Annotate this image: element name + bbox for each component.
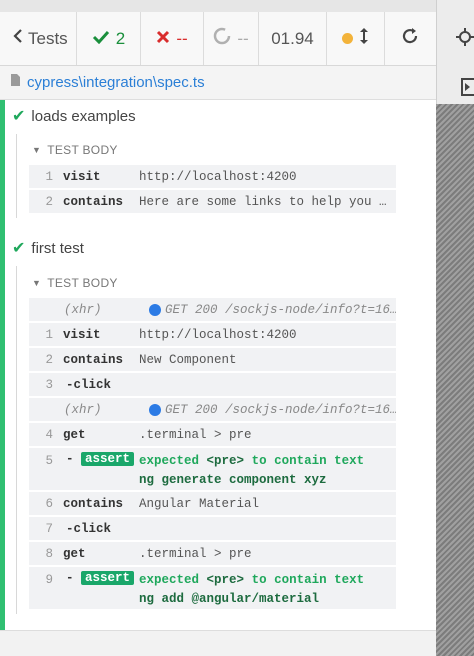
test-indent-line bbox=[16, 134, 17, 218]
command-row[interactable]: 1 visit http://localhost:4200 bbox=[29, 165, 396, 190]
test-title-loads-examples[interactable]: ✔ loads examples bbox=[12, 106, 136, 126]
spinner-circle-icon bbox=[213, 27, 231, 50]
auto-scroll-toggle[interactable] bbox=[327, 12, 385, 65]
check-icon bbox=[92, 29, 110, 49]
passed-count[interactable]: 2 bbox=[77, 12, 141, 65]
assert-row[interactable]: 9 - assert expected <pre> to contain tex… bbox=[29, 567, 396, 611]
rerun-button[interactable] bbox=[385, 12, 435, 65]
arrows-updown-icon bbox=[359, 27, 369, 50]
x-icon bbox=[156, 29, 170, 49]
xhr-row[interactable]: (xhr) GET 200 /sockjs-node/info?t=16… bbox=[29, 398, 396, 423]
app-preview-pane bbox=[436, 0, 474, 656]
check-icon: ✔ bbox=[12, 240, 26, 257]
test-indent-line bbox=[16, 266, 17, 614]
reload-icon bbox=[401, 27, 419, 50]
command-row[interactable]: 6 contains Angular Material bbox=[29, 492, 396, 517]
chevron-left-icon bbox=[12, 28, 24, 49]
command-row[interactable]: 1 visit http://localhost:4200 bbox=[29, 323, 396, 348]
file-icon bbox=[10, 73, 21, 92]
command-list: (xhr) GET 200 /sockjs-node/info?t=16… 1 … bbox=[29, 298, 396, 611]
command-row[interactable]: 8 get .terminal > pre bbox=[29, 542, 396, 567]
command-row[interactable]: 7 -click bbox=[29, 517, 396, 542]
test-title-first-test[interactable]: ✔ first test bbox=[12, 238, 84, 258]
xhr-status-dot-icon bbox=[149, 304, 161, 316]
caret-down-icon: ▼ bbox=[32, 278, 42, 288]
assert-badge: assert bbox=[81, 452, 135, 466]
command-row[interactable]: 2 contains Here are some links to help y… bbox=[29, 190, 396, 215]
assert-row[interactable]: 5 - assert expected <pre> to contain tex… bbox=[29, 448, 396, 492]
assert-badge: assert bbox=[81, 571, 135, 585]
failed-count[interactable]: -- bbox=[141, 12, 204, 65]
viewport-icon[interactable] bbox=[461, 78, 474, 101]
reporter-footer bbox=[0, 630, 436, 656]
duration: 01.94 bbox=[259, 12, 327, 65]
reporter-header: Tests 2 -- -- 01.94 bbox=[0, 0, 436, 66]
spec-path-bar: cypress\integration\spec.ts bbox=[0, 66, 436, 100]
suite-pass-indicator bbox=[0, 100, 5, 630]
check-icon: ✔ bbox=[12, 108, 26, 125]
command-row[interactable]: 2 contains New Component bbox=[29, 348, 396, 373]
pending-count[interactable]: -- bbox=[204, 12, 259, 65]
preview-toolbar bbox=[436, 0, 474, 104]
target-selector-icon[interactable] bbox=[456, 28, 474, 51]
command-list: 1 visit http://localhost:4200 2 contains… bbox=[29, 165, 396, 215]
command-row[interactable]: 4 get .terminal > pre bbox=[29, 423, 396, 448]
running-dot-icon bbox=[342, 33, 353, 44]
spec-file-link[interactable]: cypress\integration\spec.ts bbox=[27, 74, 205, 91]
back-to-tests-button[interactable]: Tests bbox=[0, 12, 77, 65]
xhr-status-dot-icon bbox=[149, 404, 161, 416]
test-body-toggle[interactable]: ▼ TEST BODY bbox=[32, 276, 118, 290]
caret-down-icon: ▼ bbox=[32, 145, 42, 155]
back-label: Tests bbox=[28, 28, 68, 48]
test-body-toggle[interactable]: ▼ TEST BODY bbox=[32, 143, 118, 157]
xhr-row[interactable]: (xhr) GET 200 /sockjs-node/info?t=16… bbox=[29, 298, 396, 323]
command-row[interactable]: 3 -click bbox=[29, 373, 396, 398]
